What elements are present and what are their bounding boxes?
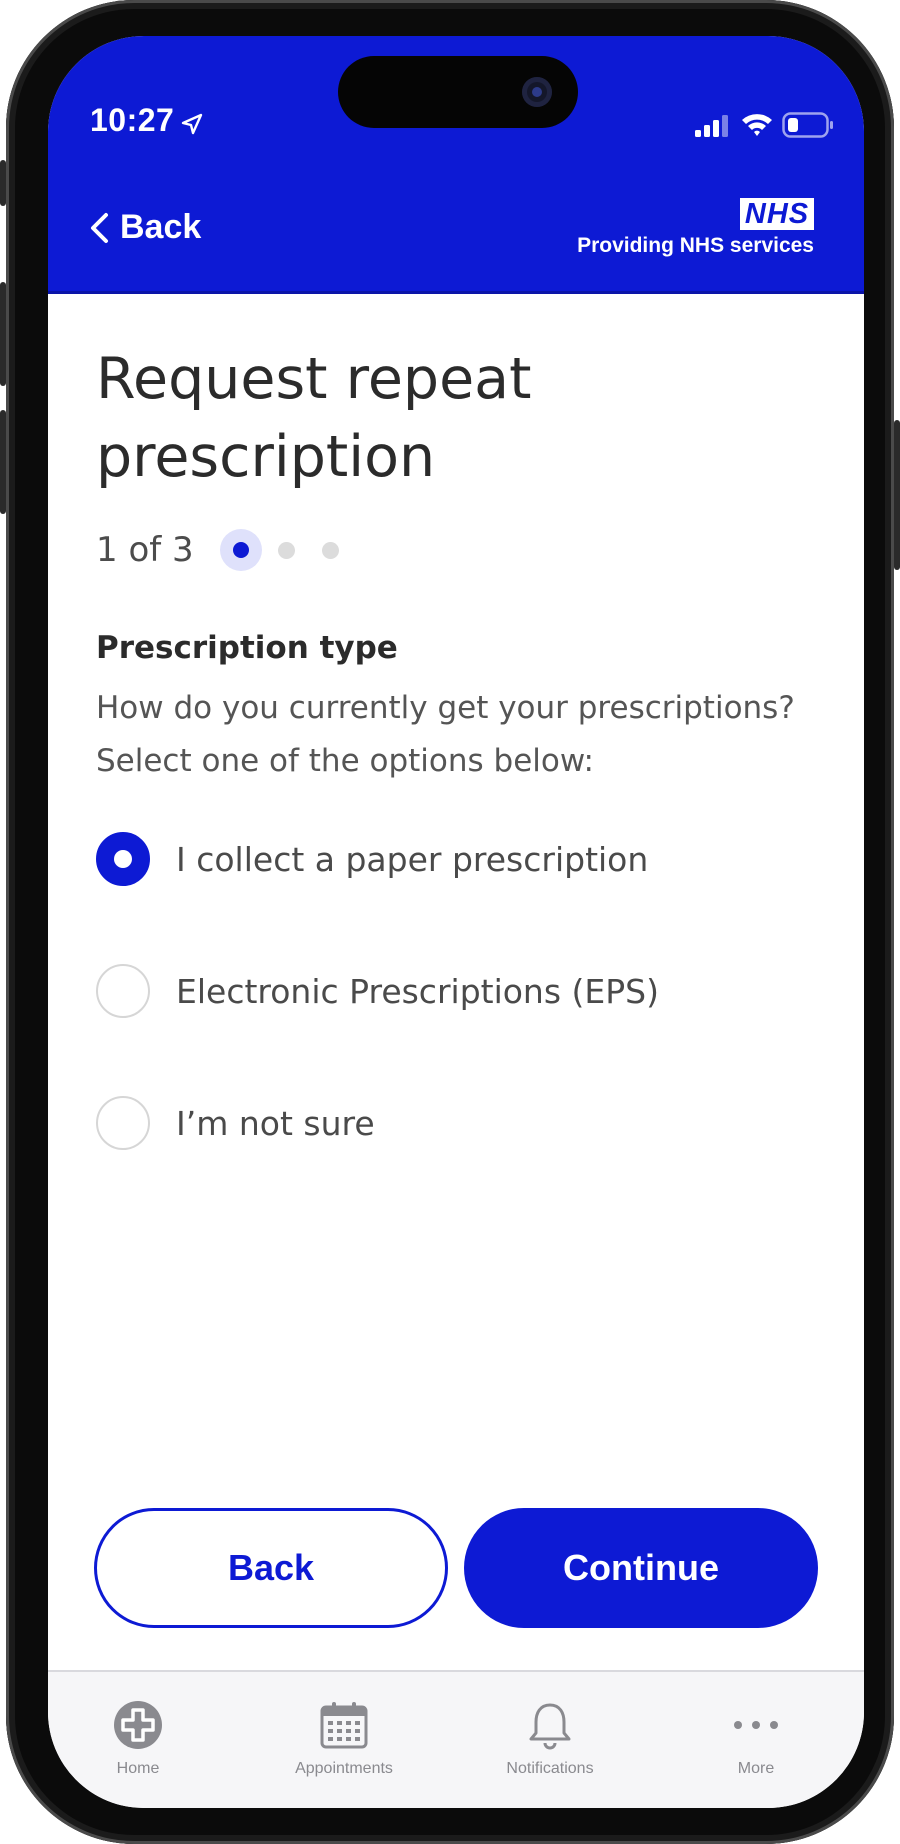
- wifi-icon: [742, 114, 772, 136]
- section-help-text: How do you currently get your prescripti…: [96, 690, 795, 779]
- tab-home[interactable]: Home: [48, 1700, 228, 1778]
- volume-down-button: [0, 410, 6, 514]
- step-counter: 1 of 3: [96, 530, 194, 570]
- dynamic-island: [338, 56, 578, 128]
- option-not-sure[interactable]: I’m not sure: [96, 1096, 816, 1150]
- radio-button[interactable]: [96, 1096, 150, 1150]
- option-label: Electronic Prescriptions (EPS): [176, 971, 659, 1011]
- app-screen: 10:27 Back NHS Providing NHS services Re…: [48, 36, 864, 1808]
- bell-icon: [529, 1703, 571, 1750]
- tab-appointments-label: Appointments: [295, 1760, 393, 1777]
- action-button: [0, 160, 6, 206]
- radio-button[interactable]: [96, 964, 150, 1018]
- camera-icon: [522, 77, 552, 107]
- back-button[interactable]: Back: [94, 1508, 448, 1628]
- chevron-left-icon: [91, 212, 108, 243]
- option-label: I’m not sure: [176, 1103, 375, 1143]
- radio-button-selected[interactable]: [96, 832, 150, 886]
- option-electronic-prescriptions[interactable]: Electronic Prescriptions (EPS): [96, 964, 816, 1018]
- page-title: Request repeat prescription: [96, 346, 532, 490]
- radio-group: I collect a paper prescription Electroni…: [96, 832, 816, 1150]
- app-header: 10:27 Back NHS Providing NHS services: [48, 36, 864, 294]
- power-button: [894, 420, 900, 570]
- more-dots-icon: [734, 1721, 778, 1729]
- option-label: I collect a paper prescription: [176, 839, 649, 879]
- step-dot: [321, 541, 339, 559]
- header-back-label: Back: [120, 208, 202, 246]
- step-indicator: 1 of 3: [96, 528, 816, 572]
- tab-more[interactable]: More: [666, 1700, 846, 1778]
- step-dot-active: [219, 529, 262, 571]
- tab-notifications[interactable]: Notifications: [460, 1700, 640, 1778]
- option-paper-prescription[interactable]: I collect a paper prescription: [96, 832, 816, 886]
- bottom-tab-bar: Home Appointments Notifications More: [48, 1670, 864, 1808]
- tab-home-label: Home: [116, 1760, 160, 1777]
- main-content: Request repeat prescription 1 of 3 Presc…: [96, 294, 816, 1228]
- nhs-logo-subtitle: Providing NHS services: [577, 234, 814, 257]
- calendar-icon: [320, 1702, 368, 1749]
- tab-appointments[interactable]: Appointments: [254, 1700, 434, 1778]
- status-time: 10:27: [90, 102, 175, 138]
- phone-frame: 10:27 Back NHS Providing NHS services Re…: [0, 0, 900, 1844]
- cellular-signal-icon: [695, 115, 728, 137]
- continue-button[interactable]: Continue: [464, 1508, 818, 1628]
- tab-notifications-label: Notifications: [506, 1760, 594, 1777]
- volume-up-button: [0, 282, 6, 386]
- battery-icon: [782, 112, 833, 138]
- home-cross-icon: [114, 1701, 162, 1749]
- nhs-logo: NHS: [740, 198, 814, 230]
- location-arrow-icon: [181, 113, 203, 135]
- step-dot: [277, 541, 295, 559]
- header-back-button[interactable]: Back: [88, 208, 201, 247]
- tab-more-label: More: [737, 1760, 775, 1777]
- section-label: Prescription type: [96, 630, 398, 666]
